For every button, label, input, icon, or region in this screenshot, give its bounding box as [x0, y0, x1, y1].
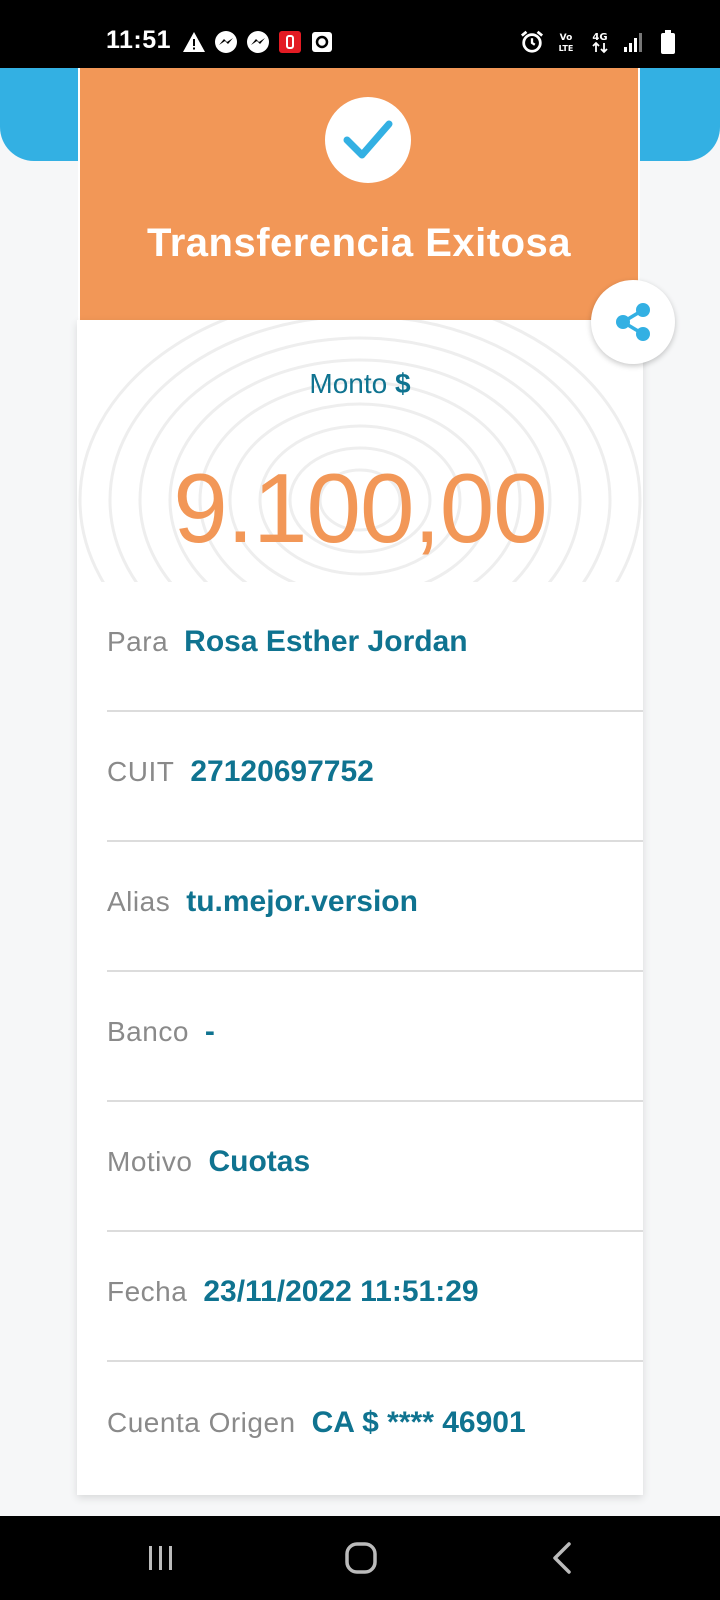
navigation-bar: [0, 1516, 720, 1600]
back-icon[interactable]: [541, 1536, 585, 1580]
messenger-icon: [214, 30, 238, 54]
detail-label: Cuenta Origen: [107, 1407, 296, 1438]
volte-icon: Vo LTE: [554, 30, 578, 54]
alarm-icon: [520, 30, 544, 54]
screen-record-icon: [310, 30, 334, 54]
detail-row-cuit: CUIT 27120697752: [107, 712, 643, 842]
detail-value: 23/11/2022 11:51:29: [203, 1275, 479, 1308]
recent-apps-icon[interactable]: [139, 1536, 183, 1580]
amount-value: 9.100,00: [173, 453, 547, 563]
home-icon[interactable]: [339, 1536, 383, 1580]
success-title: Transferencia Exitosa: [146, 221, 572, 265]
detail-label: Alias: [107, 886, 171, 917]
detail-row-reason: Motivo Cuotas: [107, 1102, 643, 1232]
checkmark-icon: [325, 97, 411, 183]
messenger-icon: [246, 30, 270, 54]
status-time: 11:51: [106, 26, 172, 54]
share-icon: [616, 303, 650, 341]
detail-row-date: Fecha 23/11/2022 11:51:29: [107, 1232, 643, 1362]
amount-label: Monto $: [77, 368, 643, 400]
amount-label-text: Monto: [309, 368, 388, 399]
success-banner: Transferencia Exitosa: [78, 68, 640, 320]
app-notification-icon: [278, 30, 302, 54]
detail-list: Para Rosa Esther Jordan CUIT 27120697752…: [107, 582, 643, 1492]
detail-label: Para: [107, 626, 169, 657]
status-bar: 11:51 Vo LTE 4G: [0, 0, 720, 68]
detail-label: Banco: [107, 1016, 189, 1047]
detail-value: CA $ **** 46901: [311, 1406, 526, 1439]
detail-value: -: [204, 1015, 215, 1048]
system-icons: Vo LTE 4G: [520, 30, 680, 54]
detail-row-bank: Banco -: [107, 972, 643, 1102]
svg-text:Vo: Vo: [560, 33, 573, 43]
transfer-detail-card: Monto $ 9.100,00 Para Rosa Esther Jordan…: [77, 320, 643, 1495]
detail-label: Fecha: [107, 1276, 188, 1307]
battery-icon: [656, 30, 680, 54]
svg-text:LTE: LTE: [559, 44, 574, 53]
detail-value: 27120697752: [190, 755, 374, 788]
detail-row-alias: Alias tu.mejor.version: [107, 842, 643, 972]
signal-icon: [622, 30, 646, 54]
detail-value: tu.mejor.version: [186, 885, 418, 918]
detail-row-recipient: Para Rosa Esther Jordan: [107, 582, 643, 712]
amount-section: Monto $ 9.100,00: [77, 320, 643, 582]
network-4g-icon: 4G: [588, 30, 612, 54]
detail-row-source-account: Cuenta Origen CA $ **** 46901: [107, 1362, 643, 1492]
detail-value: Cuotas: [208, 1145, 311, 1178]
notification-icons: [182, 30, 334, 54]
share-button[interactable]: [591, 280, 675, 364]
svg-text:4G: 4G: [592, 32, 607, 43]
warning-icon: [182, 30, 206, 54]
detail-label: Motivo: [107, 1146, 193, 1177]
currency-symbol: $: [395, 368, 411, 399]
detail-value: Rosa Esther Jordan: [184, 625, 468, 658]
detail-label: CUIT: [107, 756, 175, 787]
